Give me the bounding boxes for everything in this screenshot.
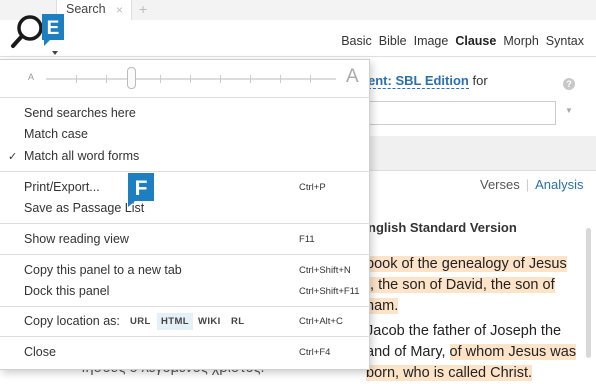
font-larger-icon[interactable]: A <box>346 66 359 88</box>
font-size-slider[interactable] <box>46 78 336 80</box>
format-wiki[interactable]: WIKI <box>198 316 221 327</box>
slider-tick <box>106 75 107 83</box>
new-tab-icon[interactable]: + <box>139 1 147 17</box>
slider-tick <box>220 75 221 83</box>
f-badge-icon: F <box>128 173 154 207</box>
view-tab-separator: | <box>525 177 530 192</box>
shortcut-print: Ctrl+P <box>299 182 326 193</box>
slider-tick <box>250 75 251 83</box>
menu-copy-panel[interactable]: Copy this panel to a new tab <box>24 263 182 277</box>
panel-menu: A A Send searches here Match case ✓ Matc… <box>0 59 370 370</box>
tab-label: Search <box>66 2 106 16</box>
edition-name-link[interactable]: ent: SBL Edition <box>368 73 469 89</box>
verse-line-highlight: of whom Jesus was <box>449 344 577 360</box>
results-divider <box>368 170 596 171</box>
version-title: nglish Standard Version <box>368 220 517 235</box>
verse-line: Jacob the father of Joseph the <box>366 323 562 339</box>
verse-line: book of the genealogy of Jesus <box>366 256 567 272</box>
tab-analysis[interactable]: Analysis <box>535 177 583 192</box>
slider-tick <box>160 75 161 83</box>
search-logo-icon[interactable]: E <box>10 10 70 56</box>
kind-syntax[interactable]: Syntax <box>546 34 584 48</box>
menu-copy-location-label: Copy location as: <box>24 314 120 328</box>
font-size-slider-row: A A <box>0 60 370 96</box>
menu-print-export[interactable]: Print/Export... <box>24 180 100 194</box>
verse-line: t, the son of David, the son of <box>366 277 555 293</box>
results-toolbar <box>368 136 596 170</box>
verse-1: book of the genealogy of Jesus t, the so… <box>366 254 578 317</box>
shortcut-close: Ctrl+F4 <box>299 347 331 358</box>
menu-separator <box>0 306 370 307</box>
slider-tick <box>190 75 191 83</box>
format-rl[interactable]: RL <box>231 316 244 327</box>
kind-clause[interactable]: Clause <box>455 34 496 48</box>
menu-close[interactable]: Close <box>24 345 56 359</box>
tab-verses[interactable]: Verses <box>480 177 520 192</box>
kind-image[interactable]: Image <box>414 34 449 48</box>
header-divider <box>0 56 596 57</box>
menu-separator <box>0 336 370 337</box>
search-input[interactable] <box>368 101 556 125</box>
verse-line: born, who is called Christ. <box>366 365 533 381</box>
results-scrollbar[interactable] <box>586 228 591 358</box>
verse-line: and of Mary, <box>366 344 450 360</box>
check-icon: ✓ <box>8 151 18 163</box>
logo-letter: E <box>47 18 60 39</box>
edition-suffix: for <box>472 73 488 88</box>
edition-selector: ent: SBL Edition for <box>368 73 488 89</box>
kind-basic[interactable]: Basic <box>341 34 372 48</box>
menu-separator <box>0 223 370 224</box>
badge-letter: F <box>135 177 148 200</box>
help-icon[interactable]: ? <box>563 78 575 90</box>
search-kind-selector: Basic Bible Image Clause Morph Syntax <box>341 34 584 48</box>
verse-2: Jacob the father of Joseph the and of Ma… <box>366 321 578 384</box>
slider-tick <box>76 75 77 83</box>
menu-send-searches[interactable]: Send searches here <box>24 106 136 120</box>
menu-separator <box>0 171 370 172</box>
shortcut-copy-location: Ctrl+Alt+C <box>299 316 343 327</box>
view-tabs: Verses | Analysis <box>480 177 584 192</box>
shortcut-reading: F11 <box>299 234 315 245</box>
format-url[interactable]: URL <box>130 316 151 327</box>
format-html[interactable]: HTML <box>157 313 193 330</box>
slider-tick <box>280 75 281 83</box>
verse-line: ham. <box>366 298 399 314</box>
kind-bible[interactable]: Bible <box>379 34 407 48</box>
shortcut-copy-panel: Ctrl+Shift+N <box>299 265 351 276</box>
slider-tick <box>310 75 311 83</box>
menu-show-reading-view[interactable]: Show reading view <box>24 232 129 246</box>
menu-separator <box>0 97 370 98</box>
font-smaller-icon[interactable]: A <box>28 72 34 82</box>
shortcut-dock: Ctrl+Shift+F11 <box>299 286 360 297</box>
kind-morph[interactable]: Morph <box>503 34 538 48</box>
chevron-down-icon[interactable]: ▼ <box>565 106 573 115</box>
menu-separator <box>0 254 370 255</box>
close-tab-icon[interactable]: × <box>116 3 123 17</box>
menu-match-case[interactable]: Match case <box>24 127 88 141</box>
slider-thumb[interactable] <box>127 67 136 89</box>
menu-match-all-word-forms[interactable]: Match all word forms <box>24 149 139 163</box>
menu-dock-panel[interactable]: Dock this panel <box>24 284 109 298</box>
